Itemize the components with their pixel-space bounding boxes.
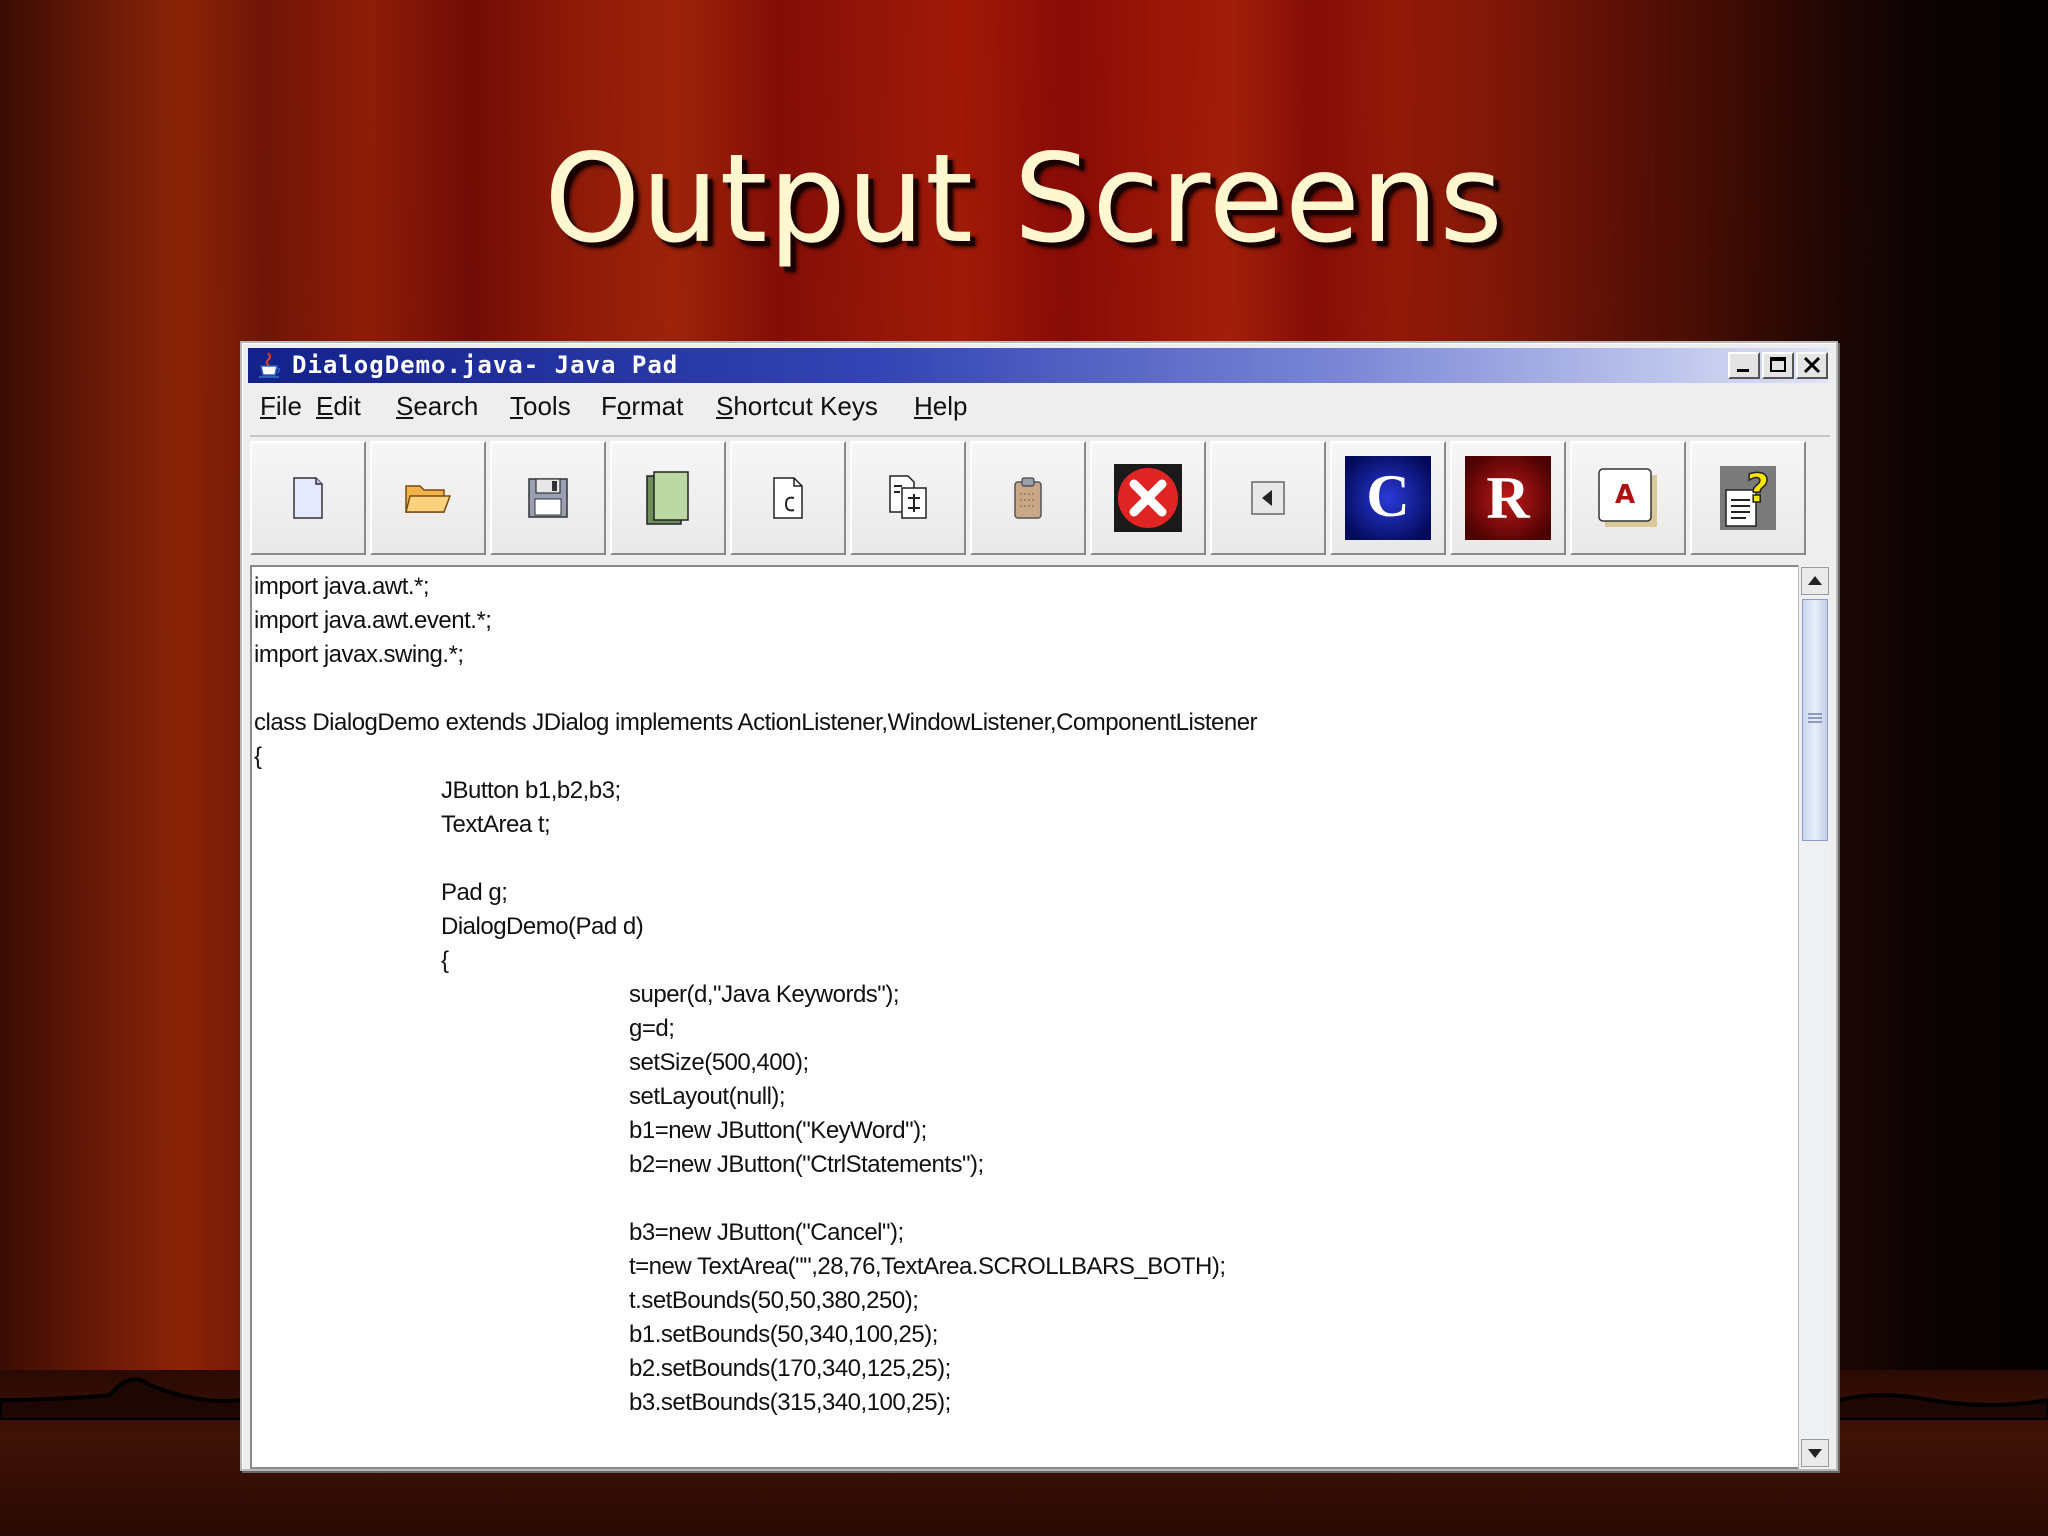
code-line: b3.setBounds(315,340,100,25); [629, 1389, 951, 1416]
compile-page-icon [773, 477, 803, 519]
new-file-icon [293, 477, 323, 519]
run-page-icon [889, 475, 927, 519]
scroll-down-button[interactable] [1801, 1439, 1829, 1467]
code-line: g=d; [629, 1015, 675, 1042]
code-line: class DialogDemo extends JDialog impleme… [254, 709, 1258, 736]
code-line: setSize(500,400); [629, 1049, 809, 1076]
svg-text:?: ? [1746, 466, 1769, 512]
close-window-button[interactable] [1796, 352, 1828, 379]
svg-text:R: R [1486, 465, 1530, 531]
vertical-scrollbar[interactable] [1798, 565, 1830, 1469]
c-icon: C [1345, 456, 1431, 540]
back-arrow-icon [1251, 481, 1285, 515]
scroll-thumb[interactable] [1802, 599, 1828, 841]
toolbar: C R A ? [250, 435, 1830, 555]
code-line: b1=new JButton("KeyWord"); [629, 1117, 927, 1144]
exit-button[interactable] [1090, 441, 1206, 555]
menu-shortcut-keys[interactable]: Shortcut Keys [716, 391, 878, 422]
menu-search[interactable]: Search [396, 391, 478, 422]
menu-tools[interactable]: Tools [510, 391, 571, 422]
code-line: super(d,"Java Keywords"); [629, 981, 899, 1008]
maximize-icon [1770, 357, 1786, 372]
minimize-icon [1737, 369, 1749, 372]
save-file-button[interactable] [490, 441, 606, 555]
java-pad-window: DialogDemo.java- Java Pad File Edit Sear… [240, 341, 1838, 1471]
menu-bar: File Edit Search Tools Format Shortcut K… [250, 387, 1828, 427]
paste-button[interactable] [970, 441, 1086, 555]
open-folder-icon [405, 485, 452, 513]
code-line: Pad g; [441, 879, 508, 906]
r-icon: R [1465, 456, 1551, 540]
save-disk-icon [528, 478, 568, 518]
arrow-up-icon [1808, 576, 1822, 585]
close-icon [1803, 356, 1821, 374]
compile-button[interactable] [730, 441, 846, 555]
close-red-x-icon [1114, 464, 1182, 532]
font-button[interactable]: A [1570, 441, 1686, 555]
arrow-down-icon [1808, 1449, 1822, 1458]
menu-edit[interactable]: Edit [316, 391, 361, 422]
scroll-up-button[interactable] [1801, 567, 1829, 595]
minimize-button[interactable] [1728, 352, 1760, 379]
r-button[interactable]: R [1450, 441, 1566, 555]
code-line: b2=new JButton("CtrlStatements"); [629, 1151, 984, 1178]
code-line: t.setBounds(50,50,380,250); [629, 1287, 919, 1314]
menu-help[interactable]: Help [914, 391, 967, 422]
code-line: DialogDemo(Pad d) [441, 913, 644, 940]
font-a-icon: A [1598, 468, 1657, 527]
open-file-button[interactable] [370, 441, 486, 555]
code-line: JButton b1,b2,b3; [441, 777, 621, 804]
clipboard-icon [1014, 477, 1042, 519]
code-line: TextArea t; [441, 811, 551, 838]
java-cup-icon [259, 352, 281, 378]
code-line: import java.awt.*; [254, 573, 430, 600]
copy-pages-icon [646, 471, 689, 525]
code-line: import javax.swing.*; [254, 641, 464, 668]
window-title: DialogDemo.java- Java Pad [292, 351, 679, 379]
slide-title: Output Screens [544, 128, 1504, 270]
maximize-button[interactable] [1762, 352, 1794, 379]
menu-file[interactable]: File [260, 391, 302, 422]
code-line: { [254, 743, 262, 770]
window-titlebar[interactable]: DialogDemo.java- Java Pad [248, 348, 1828, 383]
code-line: import java.awt.event.*; [254, 607, 492, 634]
code-line: t=new TextArea("",28,76,TextArea.SCROLLB… [629, 1253, 1226, 1280]
code-line: b1.setBounds(50,340,100,25); [629, 1321, 938, 1348]
code-line: { [441, 947, 449, 974]
run-button[interactable] [850, 441, 966, 555]
new-file-button[interactable] [250, 441, 366, 555]
code-line: setLayout(null); [629, 1083, 786, 1110]
svg-text:C: C [1366, 463, 1409, 529]
grip-icon [1808, 713, 1822, 723]
c-language-button[interactable]: C [1330, 441, 1446, 555]
code-line: b3=new JButton("Cancel"); [629, 1219, 904, 1246]
menu-format[interactable]: Format [601, 391, 683, 422]
code-line: b2.setBounds(170,340,125,25); [629, 1355, 951, 1382]
help-button[interactable]: ? [1690, 441, 1806, 555]
code-editor[interactable]: import java.awt.*; import java.awt.event… [250, 565, 1800, 1469]
back-button[interactable] [1210, 441, 1326, 555]
copy-button[interactable] [610, 441, 726, 555]
svg-text:A: A [1615, 480, 1635, 510]
help-icon: ? [1720, 466, 1776, 530]
